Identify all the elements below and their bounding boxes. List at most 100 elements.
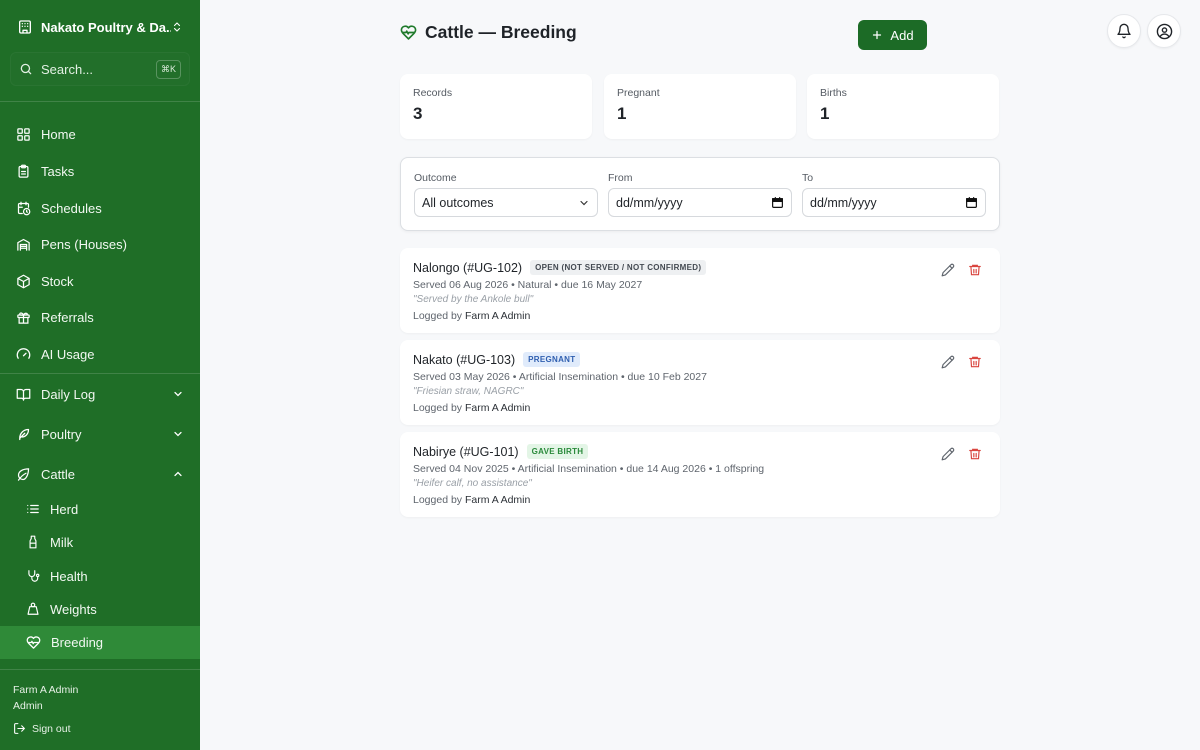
farm-name: Nakato Poultry & Da...	[41, 19, 171, 35]
logged-by-user: Farm A Admin	[464, 310, 531, 322]
notifications-button[interactable]	[1107, 14, 1141, 48]
user-role: Admin	[13, 700, 43, 712]
sidebar-item-schedules[interactable]: Schedules	[8, 192, 192, 224]
sidebar-item-ai-usage[interactable]: AI Usage	[8, 338, 192, 370]
sidebar-subitem-breeding[interactable]: Breeding	[0, 626, 200, 659]
breeding-record: Nalongo (#UG-102) OPEN (NOT SERVED / NOT…	[400, 248, 1000, 333]
sidebar-divider-mid	[0, 373, 200, 374]
sidebar-item-pens[interactable]: Pens (Houses)	[8, 228, 192, 260]
sidebar-subitem-milk[interactable]: Milk	[18, 527, 192, 557]
warehouse-icon	[16, 237, 31, 252]
outcome-select-value: All outcomes	[422, 195, 494, 210]
edit-button[interactable]	[940, 262, 956, 278]
filter-panel: Outcome All outcomes From dd/mm/yyyy To …	[400, 157, 1000, 231]
sidebar-subitem-label: Milk	[50, 534, 74, 550]
record-logged-by: Logged by Farm A Admin	[413, 310, 530, 322]
status-badge: OPEN (NOT SERVED / NOT CONFIRMED)	[530, 260, 707, 275]
stat-label: Pregnant	[617, 87, 660, 99]
stat-label: Births	[820, 87, 847, 99]
record-header: Nalongo (#UG-102) OPEN (NOT SERVED / NOT…	[413, 260, 707, 275]
sidebar-subitem-herd[interactable]: Herd	[18, 494, 192, 524]
add-button[interactable]: Add	[858, 20, 927, 50]
building-icon	[17, 19, 33, 35]
record-logged-by: Logged by Farm A Admin	[413, 402, 530, 414]
sidebar: Nakato Poultry & Da... Search... ⌘K Home…	[0, 0, 200, 750]
breeding-record: Nabirye (#UG-101) GAVE BIRTH Served 04 N…	[400, 432, 1000, 517]
sidebar-item-home[interactable]: Home	[8, 118, 192, 150]
delete-button[interactable]	[967, 262, 983, 278]
logged-by-prefix: Logged by	[413, 402, 463, 414]
delete-button[interactable]	[967, 446, 983, 462]
gift-icon	[16, 310, 31, 325]
stat-card-births: Births 1	[807, 74, 999, 139]
sidebar-item-tasks[interactable]: Tasks	[8, 155, 192, 187]
search-placeholder: Search...	[41, 61, 94, 77]
sidebar-item-label: Pens (Houses)	[41, 236, 127, 252]
logged-by-user: Farm A Admin	[464, 494, 531, 506]
delete-button[interactable]	[967, 354, 983, 370]
heart-pulse-icon	[400, 24, 417, 41]
record-note: "Served by the Ankole bull"	[413, 294, 534, 305]
edit-button[interactable]	[940, 354, 956, 370]
sidebar-item-poultry[interactable]: Poultry	[8, 418, 192, 450]
calendar-icon[interactable]	[771, 196, 784, 209]
sidebar-item-label: Daily Log	[41, 386, 96, 402]
sidebar-item-cattle[interactable]: Cattle	[8, 458, 192, 490]
log-out-icon	[13, 722, 26, 735]
gauge-icon	[16, 347, 31, 362]
sidebar-item-referrals[interactable]: Referrals	[8, 301, 192, 333]
stat-value: 1	[820, 104, 830, 123]
book-open-icon	[16, 387, 31, 402]
farm-switcher[interactable]: Nakato Poultry & Da...	[8, 8, 192, 46]
logged-by-prefix: Logged by	[413, 310, 463, 322]
sidebar-subitem-health[interactable]: Health	[18, 561, 192, 591]
sidebar-subitem-label: Health	[50, 568, 88, 584]
chevron-down-icon	[578, 197, 590, 209]
breeding-record: Nakato (#UG-103) PREGNANT Served 03 May …	[400, 340, 1000, 425]
to-date-input[interactable]: dd/mm/yyyy	[802, 188, 986, 217]
sidebar-divider-bottom	[0, 669, 200, 670]
sidebar-item-daily-log[interactable]: Daily Log	[8, 378, 192, 410]
logged-by-user: Farm A Admin	[464, 402, 531, 414]
plus-icon	[871, 29, 883, 41]
record-details: Served 06 Aug 2026 • Natural • due 16 Ma…	[413, 279, 643, 291]
from-label: From	[608, 172, 633, 184]
stethoscope-icon	[26, 569, 40, 583]
page-title: Cattle — Breeding	[400, 22, 577, 43]
account-button[interactable]	[1147, 14, 1181, 48]
to-label: To	[802, 172, 814, 184]
sidebar-item-label: Schedules	[41, 200, 102, 216]
sign-out-button[interactable]: Sign out	[13, 722, 71, 735]
sidebar-subitem-label: Breeding	[51, 635, 104, 650]
record-header: Nabirye (#UG-101) GAVE BIRTH	[413, 444, 589, 459]
outcome-select[interactable]: All outcomes	[414, 188, 598, 217]
stat-value: 1	[617, 104, 627, 123]
sidebar-item-stock[interactable]: Stock	[8, 265, 192, 297]
milk-bottle-icon	[26, 535, 40, 549]
calendar-clock-icon	[16, 201, 31, 216]
from-date-input[interactable]: dd/mm/yyyy	[608, 188, 792, 217]
sidebar-item-label: Stock	[41, 273, 74, 289]
record-animal: Nabirye (#UG-101)	[413, 444, 519, 459]
logged-by-prefix: Logged by	[413, 494, 463, 506]
bell-icon	[1116, 23, 1132, 39]
sidebar-subitem-label: Weights	[50, 601, 97, 617]
edit-button[interactable]	[940, 446, 956, 462]
sidebar-item-label: Referrals	[41, 309, 94, 325]
sign-out-label: Sign out	[32, 722, 71, 735]
stat-card-records: Records 3	[400, 74, 592, 139]
record-logged-by: Logged by Farm A Admin	[413, 494, 530, 506]
record-animal: Nalongo (#UG-102)	[413, 260, 523, 275]
list-icon	[26, 502, 40, 516]
leaf-icon	[16, 467, 31, 482]
record-header: Nakato (#UG-103) PREGNANT	[413, 352, 581, 367]
status-badge: PREGNANT	[523, 352, 581, 367]
search-input[interactable]: Search... ⌘K	[10, 52, 190, 86]
to-date-value: dd/mm/yyyy	[810, 195, 877, 210]
sidebar-item-label: Home	[41, 126, 76, 142]
stat-label: Records	[413, 87, 453, 99]
sidebar-item-label: Poultry	[41, 426, 82, 442]
calendar-icon[interactable]	[965, 196, 978, 209]
sidebar-subitem-weights[interactable]: Weights	[18, 594, 192, 624]
sidebar-item-label: Tasks	[41, 163, 75, 179]
